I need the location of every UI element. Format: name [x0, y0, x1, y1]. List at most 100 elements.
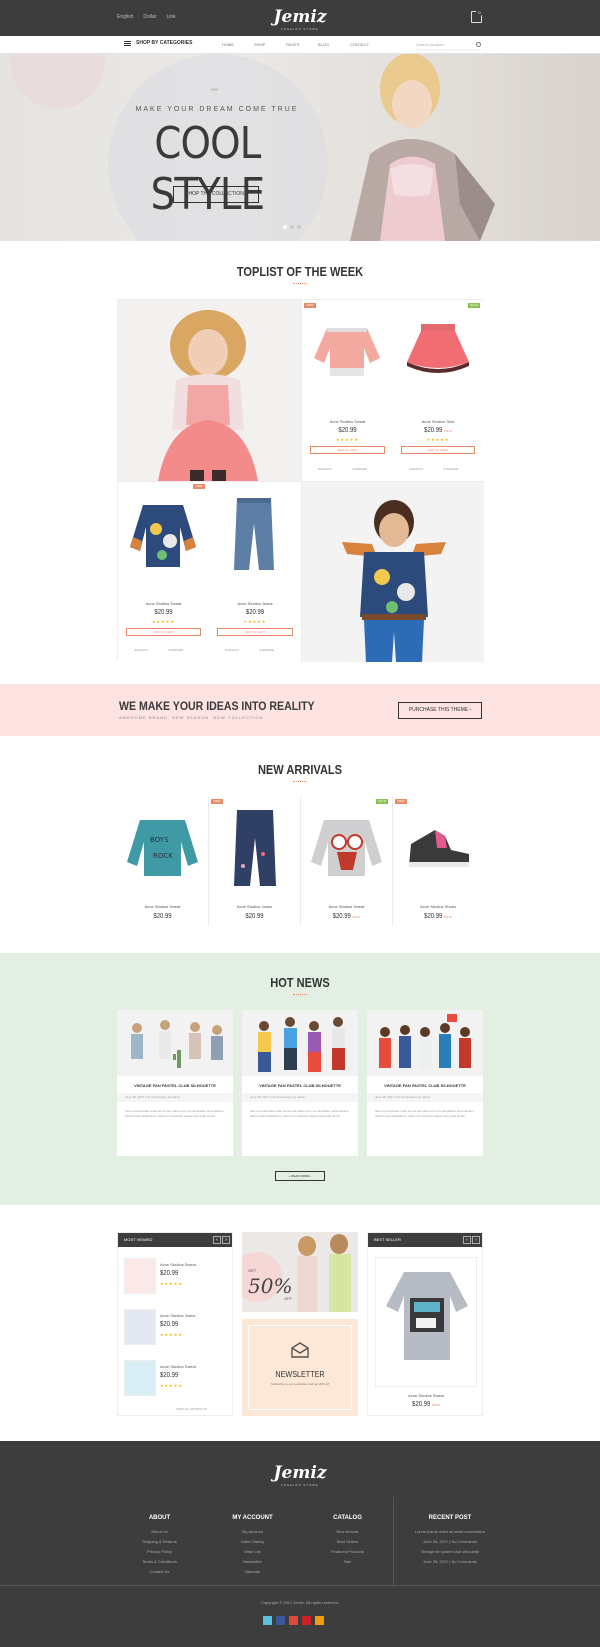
menu-icon — [124, 40, 131, 46]
product-card[interactable]: BOYS ROCK Acne Studios Sweat $20.99 — [117, 796, 208, 926]
compare-link[interactable]: COMPARE — [352, 467, 367, 471]
product-image-teal-sweatshirt: BOYS ROCK — [127, 820, 198, 876]
newsletter-widget: NEWSLETTER Subscribe to our newsletter a… — [242, 1319, 358, 1416]
footer-link[interactable]: Wish List — [215, 1549, 290, 1554]
prev-arrow-icon[interactable]: ‹ — [213, 1236, 221, 1244]
hero-headline: COOL STYLE — [150, 118, 265, 220]
product-card[interactable]: SALE Acne Studios Skirt $20.99 $29.00 ★★★… — [393, 300, 483, 481]
product-name[interactable]: Acne Studios Jeans — [209, 904, 300, 909]
rss-icon[interactable] — [315, 1616, 324, 1625]
footer-link[interactable]: Shipping & Returns — [122, 1539, 197, 1544]
product-card[interactable]: SALE Acne Studios Sweat $20.99 $29.00 — [301, 796, 392, 926]
add-to-cart-button[interactable]: ADD TO CART — [401, 446, 475, 454]
price-old: $29.00 — [432, 1403, 440, 1407]
slider-dot[interactable] — [297, 225, 301, 229]
nav-item-shop[interactable]: SHOP — [254, 42, 286, 47]
add-to-cart-button[interactable]: ADD TO CART — [310, 446, 385, 454]
next-arrow-icon[interactable]: › — [222, 1236, 230, 1244]
hot-news-section: HOT NEWS VINTAGE FAN PASTEL CLUB SILHOUE… — [0, 953, 600, 1205]
product-name[interactable]: Acne Studios Sweat — [117, 904, 208, 909]
best-seller-product[interactable] — [375, 1257, 477, 1387]
footer-link[interactable]: Order History — [215, 1539, 290, 1544]
nav-item-home[interactable]: HOME — [222, 42, 254, 47]
news-title[interactable]: VINTAGE FAN PASTEL CLUB SILHOUETTE — [117, 1083, 233, 1088]
add-to-cart-button[interactable]: ADD TO CART — [217, 628, 293, 636]
slider-dot[interactable] — [290, 225, 294, 229]
footer-link[interactable]: New Arrivals — [310, 1529, 385, 1534]
add-to-cart-button[interactable]: ADD TO CART — [126, 628, 201, 636]
twitter-icon[interactable] — [263, 1616, 272, 1625]
item-name[interactable]: Acne Studios Sweat — [160, 1364, 196, 1369]
shop-collection-button[interactable]: SHOP THE COLLECTION › — [173, 186, 259, 203]
product-image-skirt — [407, 324, 469, 373]
wishlist-link[interactable]: WISHLIST — [225, 648, 239, 652]
product-name[interactable]: Acne Studios Shoes — [393, 904, 483, 909]
nav-item-contact[interactable]: CONTACT — [350, 42, 382, 47]
footer-link[interactable]: Best Sellers — [310, 1539, 385, 1544]
facebook-icon[interactable] — [276, 1616, 285, 1625]
nav-item-pages[interactable]: PAGES — [286, 42, 318, 47]
product-card[interactable]: NEW Acne Studios Shoes $20.99 $29.00 — [393, 796, 483, 926]
news-title[interactable]: VINTAGE FAN PASTEL CLUB SILHOUETTE — [367, 1083, 483, 1088]
read-more-button[interactable]: + READ MORE › — [275, 1171, 325, 1181]
search-input[interactable]: Search product... — [416, 39, 482, 50]
item-name[interactable]: Acne Studios Sweat — [160, 1262, 196, 1267]
wishlist-link[interactable]: WISHLIST — [134, 648, 148, 652]
footer-link[interactable]: Privacy Policy — [122, 1549, 197, 1554]
view-all-products-link[interactable]: VIEW ALL PRODUCTS — [176, 1407, 207, 1411]
news-card[interactable]: VINTAGE FAN PASTEL CLUB SILHOUETTE June … — [242, 1010, 358, 1156]
next-arrow-icon[interactable]: › — [472, 1236, 480, 1244]
copyright-text: Copyright © 2017 Jemiz. All rights reser… — [261, 1600, 339, 1605]
nav-item-blog[interactable]: BLOG — [318, 42, 350, 47]
compare-link[interactable]: COMPARE — [168, 648, 183, 652]
toplist-feature-image-boy[interactable] — [302, 482, 484, 662]
product-name[interactable]: Acne Studios Sweat — [302, 419, 393, 424]
product-name[interactable]: Acne Studios Sweat — [118, 601, 209, 606]
news-card[interactable]: VINTAGE FAN PASTEL CLUB SILHOUETTE June … — [367, 1010, 483, 1156]
item-name[interactable]: Acne Studios Jeans — [160, 1313, 195, 1318]
purchase-theme-button[interactable]: PURCHASE THIS THEME › — [398, 702, 482, 719]
footer-link[interactable]: My Account — [215, 1529, 290, 1534]
product-name[interactable]: Acne Studios Sweat — [301, 904, 392, 909]
site-logo[interactable]: Jemiz — [0, 7, 600, 27]
google-plus-icon[interactable] — [289, 1616, 298, 1625]
footer-link[interactable]: Contact Us — [122, 1569, 197, 1574]
product-price: $20.99 — [153, 913, 172, 920]
product-card[interactable]: NEW Acne Studios Sweat $20.99 ★★★★★ ADD … — [302, 300, 393, 481]
compare-link[interactable]: COMPARE — [443, 467, 458, 471]
product-name[interactable]: Acne Studios Skirt — [393, 419, 483, 424]
footer-link[interactable]: Newsletter — [215, 1559, 290, 1564]
news-title[interactable]: VINTAGE FAN PASTEL CLUB SILHOUETTE — [242, 1083, 358, 1088]
product-card[interactable]: NEW Acne Studios Jeans $20.99 — [209, 796, 300, 926]
product-name[interactable]: Acne Studios Sweat — [368, 1393, 484, 1398]
discount-promo-tile[interactable]: GET 50% OFF — [242, 1232, 358, 1312]
footer-link[interactable]: Specials — [215, 1569, 290, 1574]
toplist-feature-image-girl[interactable] — [118, 300, 301, 481]
footer-link[interactable]: Terms & Conditions — [122, 1559, 197, 1564]
compare-link[interactable]: COMPARE — [259, 648, 274, 652]
newsletter-title: NEWSLETTER — [275, 1370, 325, 1379]
prev-arrow-icon[interactable]: ‹ — [463, 1236, 471, 1244]
product-name[interactable]: Acne Studios Jeans — [209, 601, 301, 606]
new-arrivals-row: BOYS ROCK Acne Studios Sweat $20.99 NEW … — [117, 796, 483, 926]
recent-post-title[interactable]: Lorem ipsum dolor sit amet consectetur — [405, 1529, 495, 1534]
footer-link[interactable]: Sale — [310, 1559, 385, 1564]
product-card[interactable]: Acne Studios Jeans $20.99 ★★★★★ ADD TO C… — [209, 482, 301, 662]
wishlist-link[interactable]: WISHLIST — [409, 467, 423, 471]
footer-link[interactable]: Featured Products — [310, 1549, 385, 1554]
best-seller-widget: BEST SELLER ‹ › Acne Studios Sweat $20.9… — [367, 1232, 483, 1416]
slider-dot[interactable] — [283, 225, 287, 229]
title-ornament — [293, 778, 307, 782]
footer-link[interactable]: About Us — [122, 1529, 197, 1534]
pinterest-icon[interactable] — [302, 1616, 311, 1625]
product-price: $20.99 — [245, 609, 265, 616]
product-card[interactable]: NEW Acne Studios Sweat $20.99 ★★★★★ ADD … — [118, 482, 209, 662]
news-excerpt: Sed ut perspiciatis unde omnis iste natu… — [375, 1109, 474, 1118]
footer-logo[interactable]: Jemiz — [0, 1463, 600, 1483]
rating-stars: ★★★★★ — [426, 437, 450, 442]
news-card[interactable]: VINTAGE FAN PASTEL CLUB SILHOUETTE June … — [117, 1010, 233, 1156]
wishlist-link[interactable]: WISHLIST — [318, 467, 332, 471]
recent-post-title[interactable]: Vintage fan pastel club silhouette — [405, 1549, 495, 1554]
search-icon[interactable] — [476, 42, 481, 47]
categories-menu-button[interactable]: SHOP BY CATEGORIES — [124, 40, 192, 46]
